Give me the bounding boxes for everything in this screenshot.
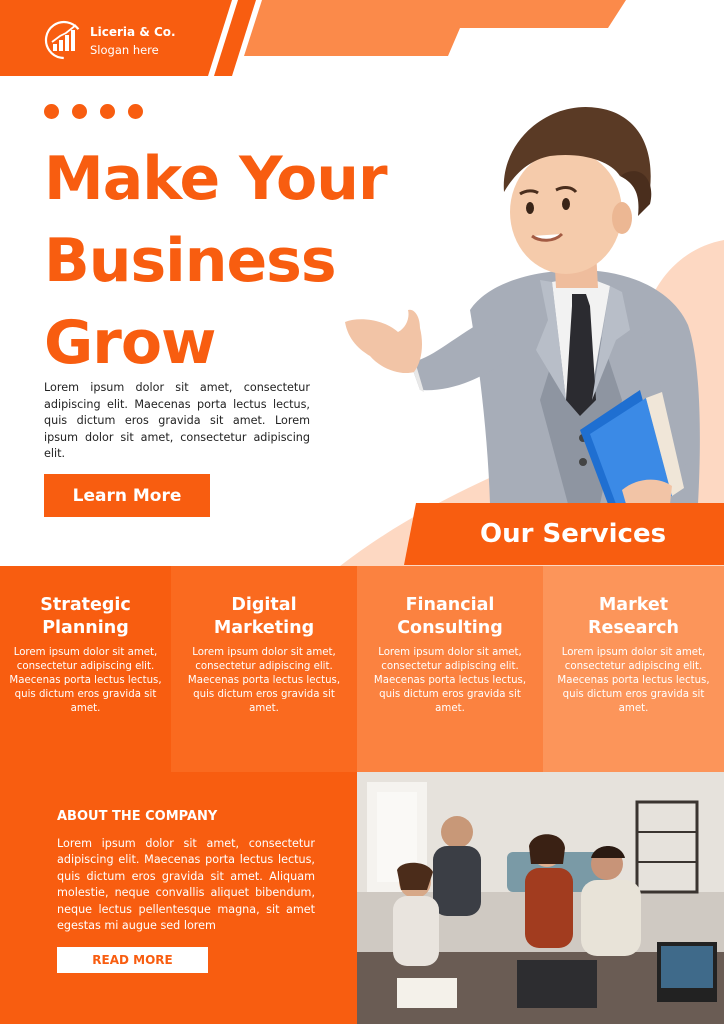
bar-chart-growth-icon (44, 20, 84, 60)
dot (100, 104, 115, 119)
read-more-button[interactable]: READ MORE (57, 947, 208, 973)
service-title-line: Digital (231, 595, 297, 615)
about-title: ABOUT THE COMPANY (57, 809, 218, 824)
businessman-illustration (345, 106, 700, 504)
brand-slogan: Slogan here (90, 43, 159, 57)
learn-more-button[interactable]: Learn More (44, 474, 210, 517)
brand-name: Liceria & Co. (90, 25, 176, 39)
service-digital-marketing: Digital Marketing Lorem ipsum dolor sit a… (171, 566, 357, 772)
service-description: Lorem ipsum dolor sit amet, consectetur … (187, 647, 341, 714)
service-title-line: Marketing (213, 618, 315, 638)
dot (72, 104, 87, 119)
service-market-research: Market Research Lorem ipsum dolor sit ame… (543, 566, 724, 772)
service-strategic-planning: Strategic Planning Lorem ipsum dolor sit … (0, 566, 171, 772)
service-description: Lorem ipsum dolor sit amet, consectetur … (557, 647, 710, 714)
service-financial-consulting: Financial Consulting Lorem ipsum dolor si… (357, 566, 543, 772)
service-title-line: Consulting (397, 618, 503, 638)
service-title-line: Planning (42, 618, 129, 638)
dot (44, 104, 59, 119)
top-banner (0, 0, 626, 76)
service-description: Lorem ipsum dolor sit amet, consectetur … (373, 647, 527, 714)
service-description: Lorem ipsum dolor sit amet, consectetur … (9, 647, 162, 714)
decorative-dots (44, 104, 144, 122)
team-photo (357, 772, 724, 1024)
services-title: Our Services (480, 519, 667, 549)
dot (128, 104, 143, 119)
service-title-line: Market (598, 595, 669, 615)
service-title-line: Strategic (40, 595, 131, 615)
about-text: Lorem ipsum dolor sit amet, consectetur … (57, 837, 315, 933)
service-title-line: Financial (405, 595, 495, 615)
service-title-line: Research (588, 618, 679, 638)
intro-text: Lorem ipsum dolor sit amet, consectetur … (44, 381, 310, 460)
